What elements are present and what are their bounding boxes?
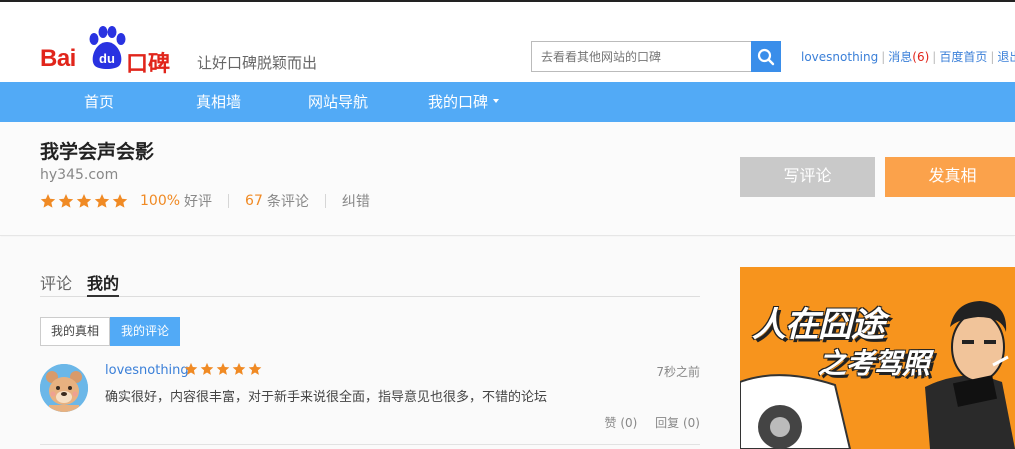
nav-item-my-koubei-label: 我的口碑 [428, 93, 489, 111]
baidu-paw-icon: du [89, 26, 126, 69]
nav-item-my-koubei[interactable]: 我的口碑 [428, 82, 500, 122]
subtab-my-reviews[interactable]: 我的评论 [110, 317, 181, 346]
search-icon [757, 48, 775, 65]
review-tabs: 评论 我的 [40, 270, 700, 297]
site-info-panel: 我学会声会影 hy345.com 100% 好评 67 条评论 纠错 写评论 发… [0, 122, 1015, 236]
ad-banner[interactable]: 人在囧途 之考驾照 [740, 267, 1015, 449]
sub-tabs: 我的真相 我的评论 [40, 317, 181, 347]
ad-title: 人在囧途 [752, 305, 885, 345]
search-input[interactable] [531, 41, 752, 72]
logo-text-du: du [99, 51, 115, 66]
positive-label: 好评 [184, 194, 213, 210]
search-box [531, 41, 781, 72]
header: Bai du 口碑 让好口碑脱颖而出 lovesnothing|消息(6)|百度… [0, 2, 1015, 82]
user-bar: lovesnothing|消息(6)|百度首页|退出 [801, 48, 1015, 65]
star-icon [184, 362, 198, 375]
separator: | [932, 50, 937, 64]
post-truth-button[interactable]: 发真相 [885, 157, 1015, 197]
messages-link[interactable]: 消息(6) [888, 50, 929, 64]
tab-reviews[interactable]: 评论 [40, 270, 72, 297]
baidu-koubei-logo[interactable]: Bai du 口碑 [40, 26, 185, 77]
star-icon [232, 362, 246, 375]
site-title: 我学会声会影 [40, 141, 155, 163]
list-item: lovesnothing 7秒之前 确实很好，内容很丰富，对于新手来说很全面，指… [40, 360, 700, 445]
divider [228, 194, 230, 208]
comment-text: 确实很好，内容很丰富，对于新手来说很全面，指导意见也很多，不错的论坛 [105, 390, 548, 405]
slogan: 让好口碑脱颖而出 [197, 54, 318, 72]
star-icon [112, 194, 128, 208]
star-icon [76, 194, 92, 208]
reply-button[interactable]: 回复 (0) [655, 416, 700, 430]
avatar[interactable] [40, 364, 88, 412]
messages-label: 消息 [888, 50, 913, 64]
nav-item-site-guide[interactable]: 网站导航 [308, 82, 368, 122]
nav-item-home[interactable]: 首页 [84, 82, 114, 122]
divider [324, 194, 326, 208]
comment-timestamp: 7秒之前 [656, 365, 700, 379]
search-button[interactable] [751, 41, 781, 72]
positive-percent: 100% [140, 193, 181, 209]
logo-text-bai: Bai [40, 45, 76, 72]
comment-actions: 赞 (0) 回复 (0) [605, 414, 700, 431]
star-icon [248, 362, 262, 375]
star-icon [200, 362, 214, 375]
star-icon [216, 362, 230, 375]
correct-link[interactable]: 纠错 [342, 191, 370, 211]
star-icon [40, 194, 56, 208]
like-button[interactable]: 赞 (0) [605, 416, 638, 430]
review-count[interactable]: 67 [245, 193, 263, 209]
rating-row: 100% 好评 67 条评论 纠错 [40, 192, 370, 210]
chevron-down-icon [493, 98, 500, 103]
comment-username[interactable]: lovesnothing [105, 363, 189, 378]
messages-count: (6) [912, 50, 930, 64]
baidu-home-link[interactable]: 百度首页 [939, 50, 987, 64]
logout-link[interactable]: 退出 [997, 50, 1015, 64]
review-count-label[interactable]: 条评论 [267, 191, 309, 211]
subtab-my-truths[interactable]: 我的真相 [40, 317, 111, 346]
tab-mine[interactable]: 我的 [87, 270, 119, 297]
star-icon [94, 194, 110, 208]
nav-item-truth-wall[interactable]: 真相墙 [196, 82, 241, 122]
site-domain[interactable]: hy345.com [40, 167, 118, 183]
bear-avatar-icon [40, 364, 88, 412]
rating-stars [40, 193, 128, 209]
separator: | [881, 50, 886, 64]
comment-rating-stars [184, 362, 262, 376]
write-review-button[interactable]: 写评论 [740, 157, 875, 197]
main-nav: 首页 真相墙 网站导航 我的口碑 [0, 82, 1015, 122]
star-icon [58, 194, 74, 208]
username-link[interactable]: lovesnothing [801, 50, 878, 64]
logo-text-koubei: 口碑 [126, 52, 171, 77]
separator: | [990, 50, 995, 64]
ad-subtitle: 之考驾照 [818, 347, 931, 380]
